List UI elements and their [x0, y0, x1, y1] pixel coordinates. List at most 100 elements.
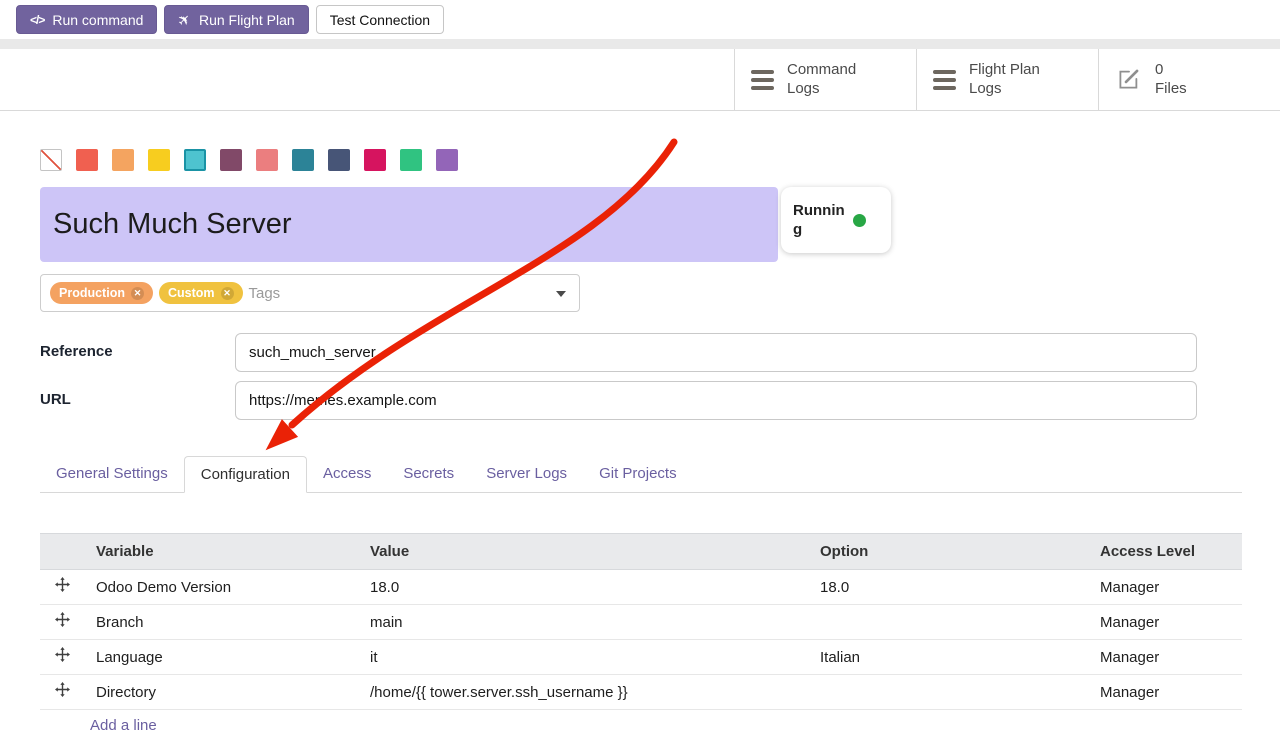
cell-access-level[interactable]: Manager — [1088, 605, 1242, 640]
chevron-down-icon[interactable] — [556, 291, 566, 297]
title-row: Such Much Server Running — [40, 187, 1242, 262]
cell-variable[interactable]: Language — [84, 640, 358, 675]
files-label: 0 Files — [1155, 61, 1187, 99]
notebook-tabs: General Settings Configuration Access Se… — [40, 456, 1242, 493]
drag-handle[interactable] — [40, 570, 84, 605]
server-name-input[interactable]: Such Much Server — [40, 187, 778, 262]
status-dot-icon — [853, 214, 866, 227]
server-status-badge[interactable]: Running — [781, 187, 891, 253]
bars-icon — [933, 70, 956, 90]
plane-icon: ✈ — [174, 9, 196, 31]
color-swatch-cyan-selected[interactable] — [184, 149, 206, 171]
table-row: Language it Italian Manager — [40, 640, 1242, 675]
move-icon — [55, 682, 70, 697]
add-line-row: Add a line — [40, 710, 1242, 742]
move-icon — [55, 577, 70, 592]
column-header-value: Value — [358, 534, 808, 570]
tag-pill-custom[interactable]: Custom ✕ — [159, 282, 243, 304]
stat-buttons-bar: Command Logs Flight Plan Logs 0 Files — [0, 49, 1280, 111]
remove-tag-icon[interactable]: ✕ — [131, 287, 144, 300]
run-flight-plan-button[interactable]: ✈ Run Flight Plan — [164, 5, 308, 34]
add-a-line-link[interactable]: Add a line — [90, 717, 157, 734]
cell-variable[interactable]: Odoo Demo Version — [84, 570, 358, 605]
flight-plan-logs-label: Flight Plan Logs — [969, 61, 1040, 99]
table-row: Odoo Demo Version 18.0 18.0 Manager — [40, 570, 1242, 605]
tab-configuration[interactable]: Configuration — [184, 456, 307, 493]
tags-input[interactable]: Production ✕ Custom ✕ Tags — [40, 274, 580, 312]
run-flight-plan-label: Run Flight Plan — [199, 12, 295, 28]
code-icon: </> — [30, 13, 44, 27]
reference-label: Reference — [40, 333, 235, 360]
color-swatch-salmon[interactable] — [256, 149, 278, 171]
table-header-row: Variable Value Option Access Level — [40, 534, 1242, 570]
tags-placeholder: Tags — [249, 285, 281, 302]
cell-option[interactable] — [808, 605, 1088, 640]
table-row: Branch main Manager — [40, 605, 1242, 640]
action-toolbar: </> Run command ✈ Run Flight Plan Test C… — [0, 0, 1280, 39]
column-header-access-level: Access Level — [1088, 534, 1242, 570]
table-row: Directory /home/{{ tower.server.ssh_user… — [40, 675, 1242, 710]
cell-variable[interactable]: Directory — [84, 675, 358, 710]
cell-variable[interactable]: Branch — [84, 605, 358, 640]
tag-label: Production — [59, 286, 125, 300]
server-status-label: Running — [793, 201, 845, 240]
cell-value[interactable]: 18.0 — [358, 570, 808, 605]
handle-column-header — [40, 534, 84, 570]
stat-button-files[interactable]: 0 Files — [1098, 49, 1280, 110]
cell-access-level[interactable]: Manager — [1088, 640, 1242, 675]
cell-value[interactable]: /home/{{ tower.server.ssh_username }} — [358, 675, 808, 710]
page-background-strip — [0, 39, 1280, 49]
cell-option[interactable] — [808, 675, 1088, 710]
cell-access-level[interactable]: Manager — [1088, 675, 1242, 710]
color-swatch-teal[interactable] — [292, 149, 314, 171]
column-header-option: Option — [808, 534, 1088, 570]
run-command-button[interactable]: </> Run command — [16, 5, 157, 34]
tag-pill-production[interactable]: Production ✕ — [50, 282, 153, 304]
cell-option[interactable]: 18.0 — [808, 570, 1088, 605]
command-logs-label: Command Logs — [787, 61, 856, 99]
color-swatch-navy[interactable] — [328, 149, 350, 171]
color-swatch-none[interactable] — [40, 149, 62, 171]
test-connection-label: Test Connection — [330, 12, 430, 28]
remove-tag-icon[interactable]: ✕ — [221, 287, 234, 300]
color-swatch-plum[interactable] — [220, 149, 242, 171]
cell-access-level[interactable]: Manager — [1088, 570, 1242, 605]
color-swatch-orange[interactable] — [112, 149, 134, 171]
tab-access[interactable]: Access — [307, 456, 387, 492]
url-input[interactable] — [235, 381, 1197, 420]
page: </> Run command ✈ Run Flight Plan Test C… — [0, 0, 1280, 742]
edit-icon — [1115, 66, 1142, 93]
color-swatch-red[interactable] — [76, 149, 98, 171]
cell-value[interactable]: main — [358, 605, 808, 640]
drag-handle[interactable] — [40, 605, 84, 640]
stat-button-flight-plan-logs[interactable]: Flight Plan Logs — [916, 49, 1098, 110]
tab-git-projects[interactable]: Git Projects — [583, 456, 693, 492]
url-field-row: URL — [40, 381, 1242, 420]
cell-option[interactable]: Italian — [808, 640, 1088, 675]
run-command-label: Run command — [52, 12, 143, 28]
test-connection-button[interactable]: Test Connection — [316, 5, 444, 34]
drag-handle[interactable] — [40, 675, 84, 710]
color-swatch-magenta[interactable] — [364, 149, 386, 171]
tab-general-settings[interactable]: General Settings — [40, 456, 184, 492]
stat-button-command-logs[interactable]: Command Logs — [734, 49, 916, 110]
color-palette — [40, 149, 1242, 171]
reference-field-row: Reference — [40, 333, 1242, 372]
form-content: Such Much Server Running Production ✕ Cu… — [0, 111, 1280, 742]
color-swatch-yellow[interactable] — [148, 149, 170, 171]
tab-server-logs[interactable]: Server Logs — [470, 456, 583, 492]
column-header-variable: Variable — [84, 534, 358, 570]
fields: Reference URL — [40, 333, 1242, 420]
color-swatch-green[interactable] — [400, 149, 422, 171]
color-swatch-purple[interactable] — [436, 149, 458, 171]
url-label: URL — [40, 381, 235, 408]
cell-value[interactable]: it — [358, 640, 808, 675]
reference-input[interactable] — [235, 333, 1197, 372]
tab-secrets[interactable]: Secrets — [387, 456, 470, 492]
move-icon — [55, 647, 70, 662]
bars-icon — [751, 70, 774, 90]
tag-label: Custom — [168, 286, 215, 300]
move-icon — [55, 612, 70, 627]
drag-handle[interactable] — [40, 640, 84, 675]
variables-table: Variable Value Option Access Level Odoo … — [40, 533, 1242, 710]
